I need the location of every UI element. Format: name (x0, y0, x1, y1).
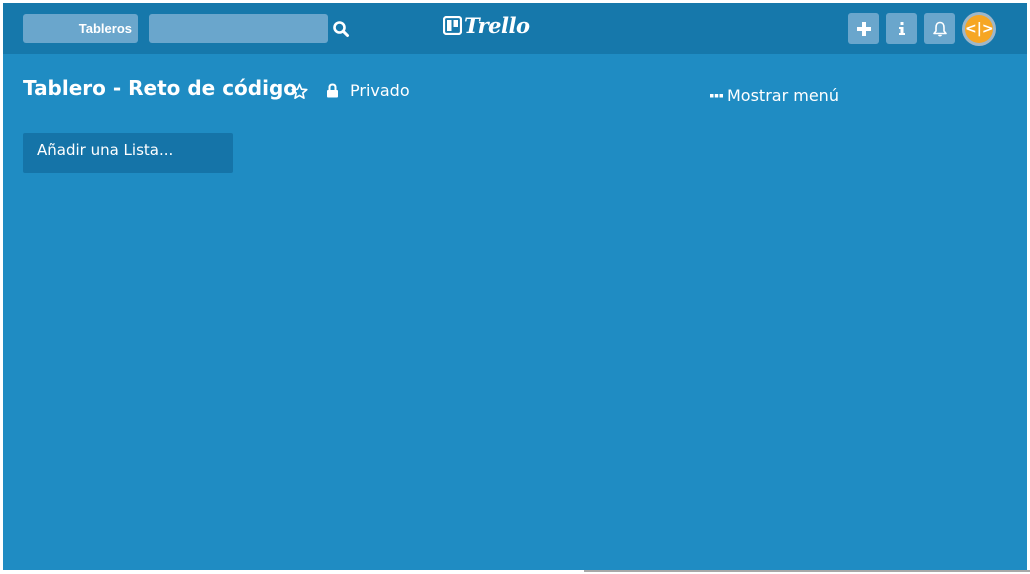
privacy-toggle[interactable]: Privado (350, 81, 410, 100)
top-header-bar: Tableros Trello <|> (3, 3, 1027, 54)
more-dots-icon (710, 93, 723, 97)
plus-icon (856, 21, 871, 36)
info-icon (898, 21, 905, 35)
show-menu-button[interactable]: Mostrar menú (710, 86, 839, 105)
show-menu-label: Mostrar menú (727, 86, 839, 105)
board-window: Tableros Trello <|> Tablero - Reto de có… (3, 3, 1027, 570)
trello-logo[interactable]: Trello (443, 12, 530, 38)
logo-text: Trello (464, 12, 530, 38)
lock-icon (327, 83, 338, 98)
create-button[interactable] (848, 13, 879, 44)
trello-board-icon (443, 15, 462, 35)
notifications-button[interactable] (924, 13, 955, 44)
add-list-button[interactable]: Añadir una Lista... (23, 133, 233, 173)
search-input[interactable] (149, 14, 328, 43)
horizontal-scrollbar[interactable] (584, 570, 1030, 572)
boards-button[interactable]: Tableros (23, 14, 138, 43)
info-button[interactable] (886, 13, 917, 44)
board-title[interactable]: Tablero - Reto de código (23, 76, 297, 100)
user-avatar[interactable]: <|> (962, 12, 996, 46)
avatar-code-icon: <|> (965, 15, 994, 43)
search-icon[interactable] (332, 20, 350, 38)
bell-icon (932, 21, 947, 36)
star-icon[interactable] (291, 83, 308, 100)
